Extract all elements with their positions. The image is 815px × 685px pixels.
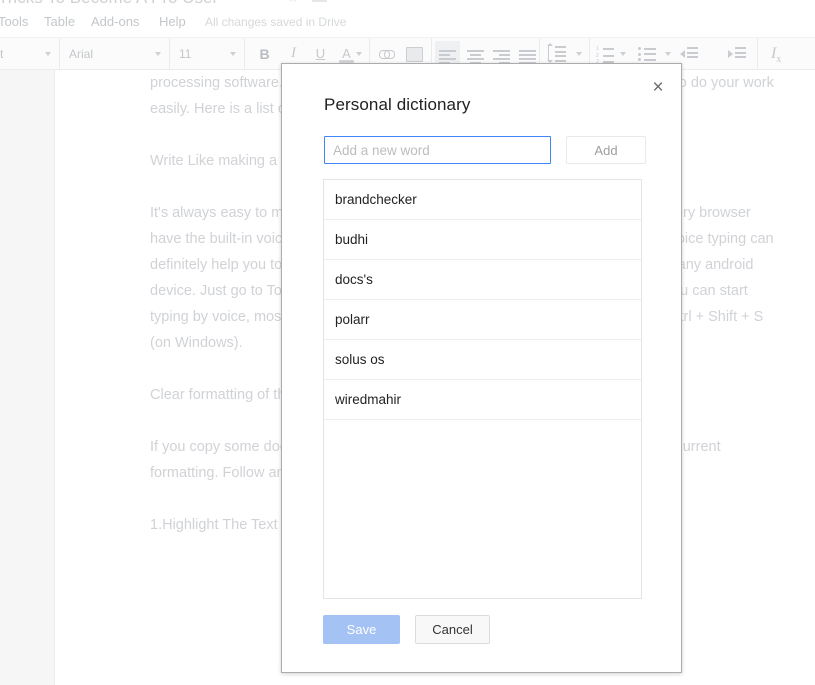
font-family-dropdown[interactable]: Arial <box>60 38 170 69</box>
cancel-button[interactable]: Cancel <box>415 615 490 644</box>
text-color-letter: A <box>342 46 351 61</box>
menu-bar: Tools Table Add-ons Help All changes sav… <box>0 10 815 37</box>
menu-item-table[interactable]: Table <box>44 14 75 29</box>
list-item[interactable]: brandchecker <box>324 180 641 220</box>
list-item[interactable]: budhi <box>324 220 641 260</box>
document-title-bar: Tricks To Become A Pro User ☆ <box>0 0 815 10</box>
save-status-label: All changes saved in Drive <box>205 15 347 29</box>
decrease-indent-icon[interactable] <box>680 47 698 61</box>
paragraph-style-value: text <box>0 46 4 61</box>
clear-formatting-icon[interactable]: Ix <box>771 45 781 65</box>
bold-button[interactable]: B <box>252 41 277 66</box>
add-word-row: Add <box>324 136 646 164</box>
menu-item-add-ons[interactable]: Add-ons <box>91 14 139 29</box>
star-icon[interactable]: ☆ <box>287 0 299 6</box>
list-item[interactable]: solus os <box>324 340 641 380</box>
chevron-down-icon[interactable] <box>576 52 582 56</box>
bulleted-list-icon[interactable] <box>638 47 656 64</box>
chevron-down-icon[interactable] <box>620 52 626 56</box>
menu-item-tools[interactable]: Tools <box>0 14 28 29</box>
clear-formatting-cell: Ix <box>758 38 815 69</box>
close-icon[interactable]: × <box>646 75 670 99</box>
dialog-title: Personal dictionary <box>324 95 471 114</box>
font-family-value: Arial <box>69 46 94 61</box>
paragraph-style-dropdown[interactable]: text <box>0 38 60 69</box>
link-icon[interactable] <box>379 50 395 59</box>
document-title: Tricks To Become A Pro User <box>0 0 218 8</box>
chevron-down-icon <box>45 51 51 56</box>
dictionary-word-list[interactable]: brandchecker budhi docs's polarr solus o… <box>323 179 642 599</box>
chevron-down-icon[interactable] <box>665 52 671 56</box>
line-spacing-icon[interactable] <box>546 43 566 64</box>
increase-indent-icon[interactable] <box>728 47 746 61</box>
chevron-down-icon[interactable] <box>356 52 362 56</box>
save-button[interactable]: Save <box>323 615 400 644</box>
personal-dictionary-dialog: × Personal dictionary Add brandchecker b… <box>281 63 682 673</box>
chevron-down-icon <box>155 51 161 56</box>
list-item[interactable]: polarr <box>324 300 641 340</box>
chevron-down-icon <box>230 51 236 56</box>
font-size-value: 11 <box>179 46 192 61</box>
add-word-button[interactable]: Add <box>566 136 646 164</box>
folder-icon[interactable] <box>312 0 327 2</box>
font-size-dropdown[interactable]: 11 <box>170 38 245 69</box>
list-item[interactable]: wiredmahir <box>324 380 641 420</box>
increase-indent-cell <box>718 38 758 69</box>
new-word-input[interactable] <box>324 136 551 164</box>
menu-item-help[interactable]: Help <box>159 14 186 29</box>
list-item-number: 1. <box>150 517 163 533</box>
list-item[interactable]: docs's <box>324 260 641 300</box>
image-icon[interactable] <box>406 47 423 62</box>
